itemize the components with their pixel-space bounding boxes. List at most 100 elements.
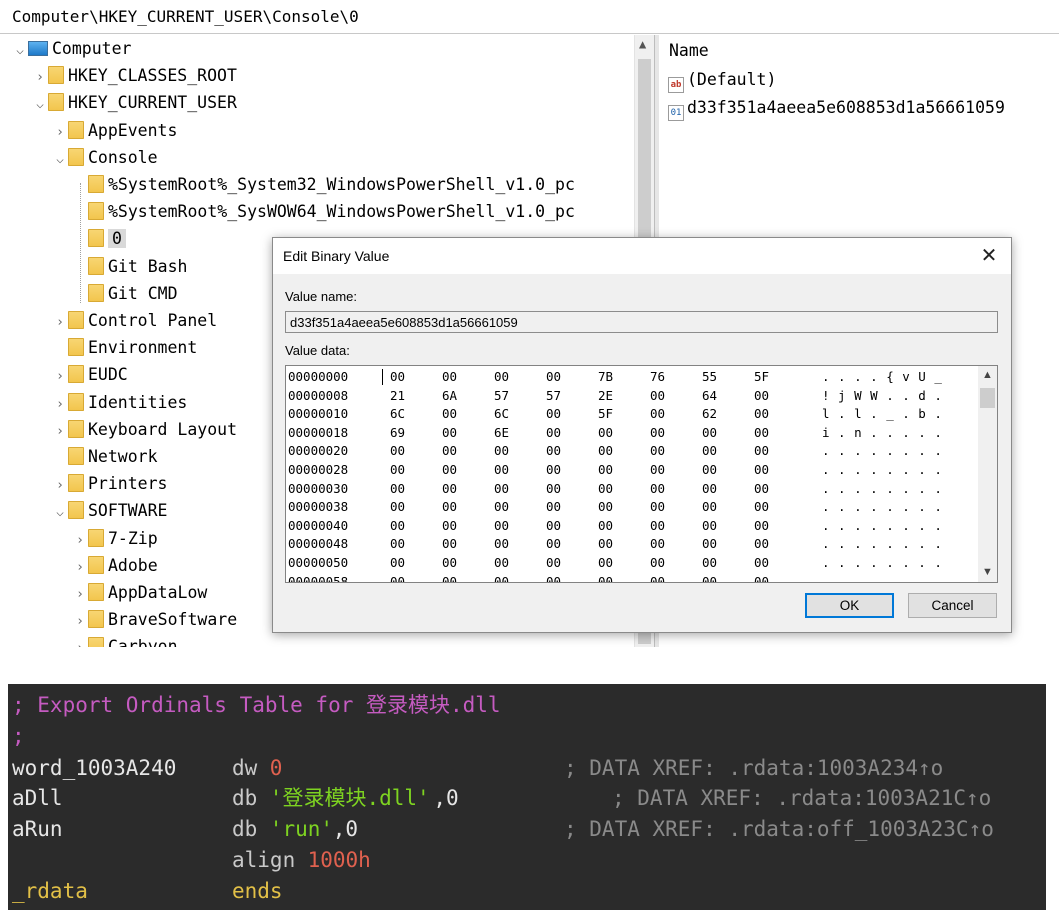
tree-item[interactable]: ⌵ Computer xyxy=(12,36,131,62)
hex-byte[interactable]: 64 xyxy=(702,387,717,406)
close-icon[interactable]: ✕ xyxy=(975,242,1003,270)
asm-operand[interactable]: 1000h xyxy=(308,845,371,876)
asm-line[interactable]: ; Export Ordinals Table for 登录模块.dll xyxy=(8,690,1046,721)
hex-byte[interactable]: 00 xyxy=(754,535,769,554)
hex-row[interactable]: 00000050 00 00 00 00 00 00 00 00 . . . . . . . . xyxy=(286,554,976,573)
scroll-up-arrow-icon[interactable]: ▲ xyxy=(639,37,646,51)
asm-operand[interactable]: 0 xyxy=(345,814,358,845)
hex-byte[interactable]: 00 xyxy=(754,480,769,499)
tree-item[interactable]: Git Bash xyxy=(72,254,187,280)
tree-item[interactable]: › Printers xyxy=(52,471,167,497)
hex-byte[interactable]: 00 xyxy=(546,424,561,443)
asm-line[interactable]: _rdata ends xyxy=(8,876,1046,907)
hex-byte[interactable]: 00 xyxy=(650,424,665,443)
hex-byte[interactable]: 00 xyxy=(546,517,561,536)
hex-byte[interactable]: 00 xyxy=(390,554,405,573)
hex-byte[interactable]: 00 xyxy=(702,517,717,536)
hex-byte[interactable]: 00 xyxy=(702,573,717,582)
hex-byte[interactable]: 00 xyxy=(494,535,509,554)
tree-item[interactable]: › AppDataLow xyxy=(72,580,207,606)
hex-byte[interactable]: 00 xyxy=(754,387,769,406)
ok-button[interactable]: OK xyxy=(805,593,894,618)
value-row-default[interactable]: ab (Default) xyxy=(668,67,776,93)
hex-byte[interactable]: 00 xyxy=(754,405,769,424)
hex-row[interactable]: 00000048 00 00 00 00 00 00 00 00 . . . . . . . . xyxy=(286,535,976,554)
chevron-right-icon[interactable]: › xyxy=(72,609,88,635)
hex-byte[interactable]: 00 xyxy=(546,554,561,573)
hex-byte[interactable]: 00 xyxy=(702,442,717,461)
hex-byte[interactable]: 00 xyxy=(442,368,457,387)
hex-byte[interactable]: 00 xyxy=(390,461,405,480)
tree-item[interactable]: ⌵ SOFTWARE xyxy=(52,498,167,524)
hex-byte[interactable]: 00 xyxy=(442,424,457,443)
hex-byte[interactable]: 00 xyxy=(650,517,665,536)
hex-byte[interactable]: 7B xyxy=(598,368,613,387)
asm-line[interactable]: align 1000h xyxy=(8,845,1046,876)
hex-byte[interactable]: 00 xyxy=(754,517,769,536)
hex-byte[interactable]: 00 xyxy=(442,498,457,517)
hex-byte[interactable]: 00 xyxy=(494,368,509,387)
hex-byte[interactable]: 00 xyxy=(546,535,561,554)
hex-byte[interactable]: 00 xyxy=(598,424,613,443)
asm-operand[interactable]: '登录模块.dll' xyxy=(270,783,430,814)
hex-byte[interactable]: 2E xyxy=(598,387,613,406)
hex-byte[interactable]: 00 xyxy=(650,573,665,582)
asm-line[interactable]: aRun db 'run', 0 ; DATA XREF: .rdata:off_100… xyxy=(8,814,1046,845)
hex-byte[interactable]: 00 xyxy=(390,442,405,461)
value-row-binary[interactable]: 01 d33f351a4aeea5e608853d1a56661059 xyxy=(668,95,1005,121)
tree-item[interactable]: › Adobe xyxy=(72,553,158,579)
hex-byte[interactable]: 00 xyxy=(650,535,665,554)
hex-scroll-thumb[interactable] xyxy=(980,388,995,408)
asm-line[interactable]: aDll db '登录模块.dll', 0 ; DATA XREF: .rdata:10… xyxy=(8,783,1046,814)
tree-item[interactable]: ⌵ HKEY_CURRENT_USER xyxy=(32,90,237,116)
hex-row[interactable]: 00000030 00 00 00 00 00 00 00 00 . . . . . . . . xyxy=(286,480,976,499)
hex-scrollbar[interactable]: ▲ ▼ xyxy=(978,366,997,582)
scroll-up-arrow-icon[interactable]: ▲ xyxy=(982,369,993,381)
asm-label[interactable]: word_1003A240 xyxy=(12,753,176,784)
asm-label[interactable]: aDll xyxy=(12,783,63,814)
hex-byte[interactable]: 00 xyxy=(650,498,665,517)
hex-byte[interactable]: 00 xyxy=(494,442,509,461)
hex-byte[interactable]: 6E xyxy=(494,424,509,443)
hex-row[interactable]: 00000020 00 00 00 00 00 00 00 00 . . . . . . . . xyxy=(286,442,976,461)
hex-byte[interactable]: 00 xyxy=(650,387,665,406)
value-data-hex-editor[interactable]: ▲ ▼ 00000000 00 00 00 00 7B 76 55 5F. . . . { v … xyxy=(285,365,998,583)
hex-byte[interactable]: 00 xyxy=(442,442,457,461)
hex-byte[interactable]: 00 xyxy=(650,442,665,461)
hex-byte[interactable]: 00 xyxy=(546,480,561,499)
chevron-right-icon[interactable]: › xyxy=(52,120,68,146)
hex-byte[interactable]: 00 xyxy=(598,535,613,554)
tree-item[interactable]: › Control Panel xyxy=(52,308,217,334)
hex-byte[interactable]: 00 xyxy=(494,554,509,573)
asm-xref-comment[interactable]: ; DATA XREF: .rdata:1003A21C↑o xyxy=(612,783,991,814)
chevron-right-icon[interactable]: › xyxy=(52,392,68,418)
chevron-right-icon[interactable]: › xyxy=(52,310,68,336)
tree-item[interactable]: Environment xyxy=(52,335,197,361)
hex-byte[interactable]: 00 xyxy=(650,461,665,480)
tree-item[interactable]: ⌵ Console xyxy=(52,145,158,171)
chevron-down-icon[interactable]: ⌵ xyxy=(12,38,28,64)
chevron-right-icon[interactable]: › xyxy=(32,65,48,91)
hex-byte[interactable]: 00 xyxy=(650,480,665,499)
chevron-right-icon[interactable]: › xyxy=(72,636,88,647)
hex-byte[interactable]: 00 xyxy=(598,461,613,480)
asm-operand[interactable]: , xyxy=(433,783,446,814)
tree-item[interactable]: %SystemRoot%_SysWOW64_WindowsPowerShell_… xyxy=(72,199,575,225)
asm-label[interactable]: aRun xyxy=(12,814,63,845)
hex-row[interactable]: 00000038 00 00 00 00 00 00 00 00 . . . . . . . . xyxy=(286,498,976,517)
scroll-down-arrow-icon[interactable]: ▼ xyxy=(982,566,993,578)
chevron-right-icon[interactable]: › xyxy=(72,528,88,554)
chevron-down-icon[interactable]: ⌵ xyxy=(52,500,68,526)
hex-byte[interactable]: 00 xyxy=(442,461,457,480)
asm-xref-comment[interactable]: ; DATA XREF: .rdata:off_1003A23C↑o xyxy=(564,814,994,845)
hex-byte[interactable]: 00 xyxy=(546,461,561,480)
hex-row[interactable]: 00000058 00 00 00 00 00 00 00 00 . . . . . . . . xyxy=(286,573,976,582)
cancel-button[interactable]: Cancel xyxy=(908,593,997,618)
hex-byte[interactable]: 00 xyxy=(442,480,457,499)
hex-byte[interactable]: 5F xyxy=(754,368,769,387)
tree-item[interactable]: › AppEvents xyxy=(52,118,177,144)
tree-item[interactable]: › Keyboard Layout xyxy=(52,417,237,443)
hex-byte[interactable]: 00 xyxy=(702,554,717,573)
asm-operand[interactable]: , xyxy=(333,814,346,845)
hex-byte[interactable]: 00 xyxy=(494,461,509,480)
